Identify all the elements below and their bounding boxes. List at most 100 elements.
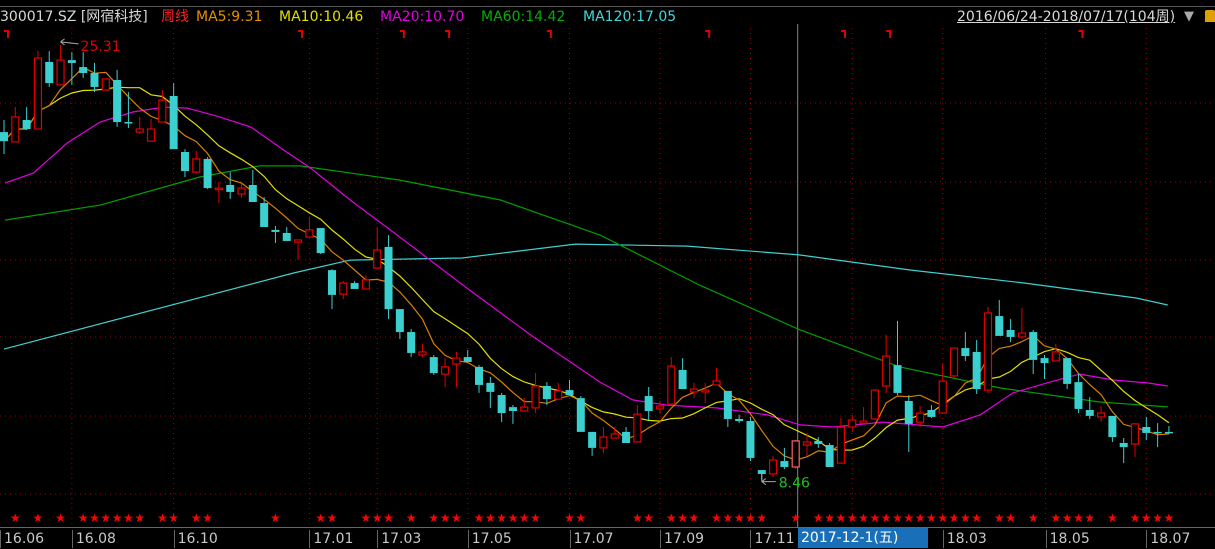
candle — [972, 340, 981, 394]
cursor-date-label: 2017-12-1(五) — [798, 528, 928, 548]
candle-body-down — [271, 229, 280, 232]
candle-body-down — [260, 203, 269, 228]
candle-body-down — [1074, 382, 1083, 409]
candle-body-up — [667, 365, 676, 405]
star-icon: ★ — [428, 511, 439, 525]
star-icon: ★ — [677, 511, 688, 525]
candle — [237, 183, 246, 198]
candle — [79, 52, 88, 78]
star-icon: ★ — [78, 511, 89, 525]
event-marker-icon — [298, 30, 304, 38]
star-icon: ★ — [134, 511, 145, 525]
candle — [293, 239, 303, 261]
candle-body-down — [735, 418, 744, 422]
star-icon: ★ — [55, 511, 66, 525]
star-icon: ★ — [949, 511, 960, 525]
candle — [407, 328, 416, 358]
event-marker-icon — [886, 30, 892, 38]
candlestick-chart[interactable]: 25.318.46★ ★ ★ ★ ★ ★ ★ ★ ★ ★ ★ ★ ★ ★ ★ ★ ★ ★ ★ ★ ★ ★ ★ ★ ★ ★ ★ ★ ★ ★ ★… — [0, 0, 1215, 527]
candle — [203, 157, 212, 190]
candle-body-up — [689, 388, 699, 393]
candle-body-up — [701, 389, 710, 393]
candle — [101, 78, 110, 91]
candle-body-up — [214, 187, 223, 191]
candle — [11, 107, 20, 143]
max-price-label: 25.31 — [81, 39, 121, 55]
candle — [949, 347, 959, 378]
star-icon: ★ — [100, 511, 111, 525]
candle — [418, 343, 427, 358]
candle — [712, 367, 721, 386]
candle-body-down — [350, 283, 359, 289]
candle — [226, 172, 235, 199]
star-icon: ★ — [1107, 511, 1118, 525]
candle — [395, 309, 404, 340]
candle-body-down — [927, 409, 936, 417]
candle — [192, 150, 201, 174]
ma10-line — [3, 86, 1170, 451]
candle — [1096, 406, 1106, 423]
candle-body-up — [56, 59, 65, 86]
star-icon: ★ — [1005, 511, 1016, 525]
candle — [938, 363, 947, 414]
candle-body-up — [916, 412, 925, 423]
star-icon: ★ — [10, 511, 21, 525]
candle — [373, 227, 382, 269]
star-icon: ★ — [496, 511, 507, 525]
candle — [169, 83, 178, 150]
candle-body-up — [373, 249, 382, 269]
candle — [814, 437, 823, 448]
candle-body-up — [101, 78, 110, 91]
candle-body-down — [67, 60, 76, 63]
star-icon: ★ — [327, 511, 338, 525]
candle-body-up — [237, 187, 246, 195]
star-icon: ★ — [824, 511, 835, 525]
event-marker-icon — [1078, 30, 1084, 38]
candle-body-down — [463, 357, 472, 362]
candle — [1108, 415, 1117, 442]
candle-body-down — [644, 396, 653, 411]
star-icon: ★ — [202, 511, 213, 525]
candle — [90, 62, 99, 93]
candle — [508, 405, 517, 424]
star-icon: ★ — [1084, 511, 1095, 525]
x-tick-label: 16.08 — [71, 530, 116, 548]
candle — [599, 426, 608, 454]
candle — [825, 442, 834, 467]
star-icon: ★ — [1073, 511, 1084, 525]
candle-body-up — [11, 116, 20, 143]
candle-body-up — [859, 420, 868, 424]
star-icon: ★ — [892, 511, 903, 525]
candle — [768, 455, 778, 478]
event-marker-icon — [4, 30, 9, 38]
star-icon: ★ — [270, 511, 281, 525]
x-tick-label: 17.01 — [309, 530, 353, 548]
candle-body-up — [802, 441, 812, 446]
candle-body-down — [407, 332, 416, 353]
candle — [882, 334, 891, 393]
star-icon: ★ — [112, 511, 123, 525]
candle — [158, 90, 167, 123]
candle — [1051, 343, 1060, 362]
candle-body-up — [1051, 351, 1060, 362]
star-icon: ★ — [191, 511, 202, 525]
x-tick-label: 17.03 — [377, 530, 421, 548]
candle-body-down — [542, 385, 551, 400]
candle — [33, 51, 43, 130]
star-icon: ★ — [858, 511, 869, 525]
candle-body-up — [146, 128, 156, 142]
candle — [554, 382, 563, 400]
star-icon: ★ — [123, 511, 134, 525]
candle — [384, 235, 393, 319]
candle-body-down — [1085, 409, 1094, 416]
candle-body-down — [429, 357, 438, 374]
candle — [791, 439, 800, 470]
arrow-left-icon — [60, 38, 79, 46]
star-icon: ★ — [383, 511, 394, 525]
candle — [701, 382, 710, 403]
candle-body-down — [203, 158, 212, 189]
candle — [475, 365, 484, 393]
x-tick-label: 16.06 — [0, 530, 44, 548]
candle — [961, 332, 970, 361]
star-icon: ★ — [508, 511, 519, 525]
